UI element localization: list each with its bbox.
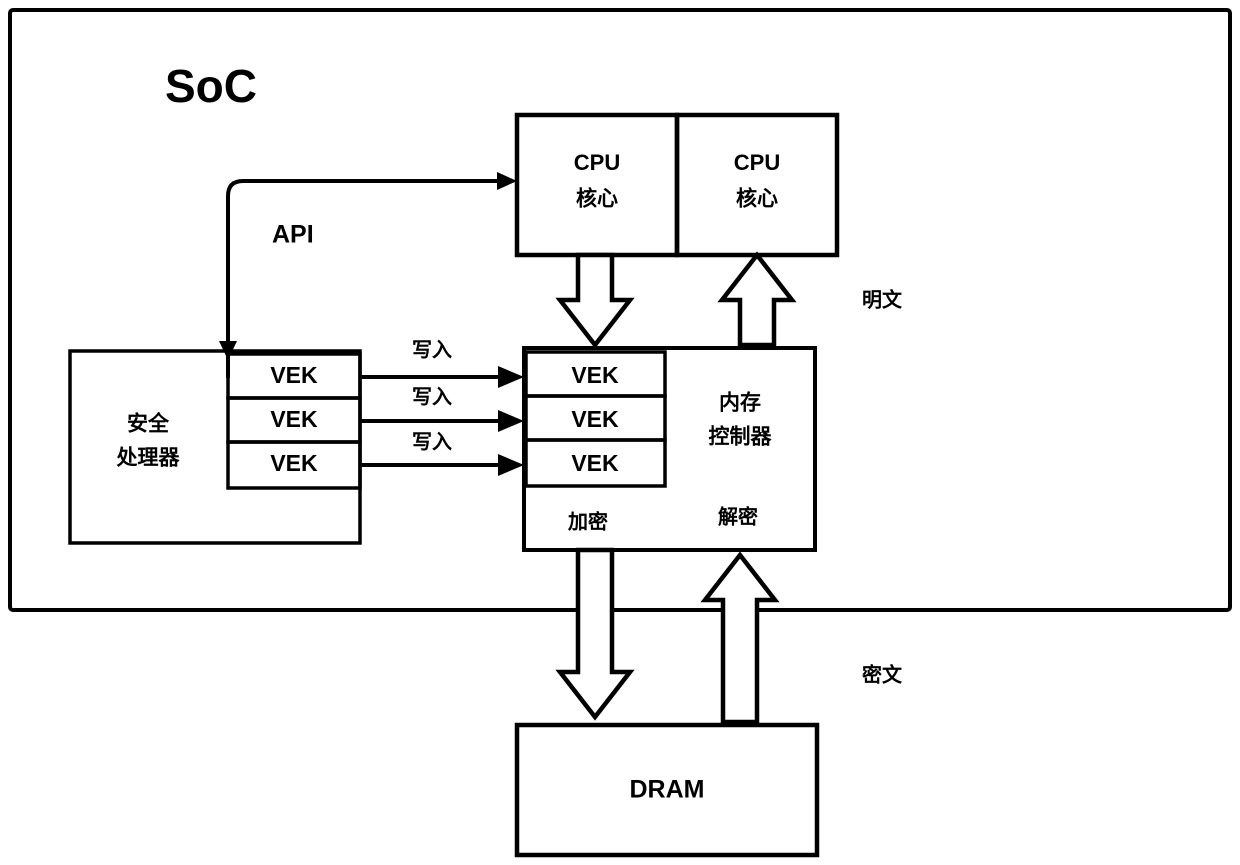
block-arrow-cpu-to-mc-down [555, 252, 635, 349]
api-label: API [272, 221, 314, 249]
secure-processor-line2: 处理器 [116, 447, 181, 470]
mc-vek-label-1: VEK [571, 362, 619, 388]
cpu-core-1-line1: CPU [574, 150, 620, 175]
memory-controller-line1: 内存 [719, 391, 761, 415]
secure-vek-label-1: VEK [270, 362, 318, 388]
ciphertext-label: 密文 [862, 662, 903, 686]
secure-vek-label-2: VEK [270, 406, 318, 432]
block-arrow-mc-to-cpu-up [717, 251, 797, 348]
cpu-core-2-line2: 核心 [736, 187, 778, 211]
write-arrowhead-3 [498, 454, 524, 476]
write-label-2: 写入 [412, 385, 452, 408]
secure-processor-line1: 安全 [127, 412, 170, 436]
diagram-canvas: SoC CPU 核心 CPU 核心 API 安全 处理器 VEK VEK VEK… [0, 0, 1240, 865]
encrypt-label: 加密 [567, 509, 608, 533]
soc-title: SoC [165, 60, 257, 112]
plaintext-label: 明文 [862, 287, 903, 311]
write-arrowhead-1 [498, 366, 524, 388]
dram-label: DRAM [630, 776, 705, 804]
block-arrow-mc-to-dram-down [555, 547, 635, 721]
decrypt-label: 解密 [718, 504, 758, 528]
write-label-1: 写入 [412, 338, 452, 361]
soc-memory-encryption-diagram: SoC CPU 核心 CPU 核心 API 安全 处理器 VEK VEK VEK… [8, 8, 1232, 858]
block-arrow-dram-to-mc-up [700, 551, 780, 725]
secure-vek-label-3: VEK [270, 450, 318, 476]
cpu-core-2-line1: CPU [734, 150, 780, 175]
write-arrowhead-2 [498, 410, 524, 432]
cpu-core-1-line2: 核心 [576, 187, 618, 211]
api-connector-line [226, 179, 505, 378]
mc-vek-label-3: VEK [571, 450, 619, 476]
cpu-core-box-1 [514, 112, 680, 258]
memory-controller-line2: 控制器 [709, 425, 773, 449]
api-arrowhead-cpu [497, 172, 517, 190]
cpu-core-box-2 [674, 112, 840, 258]
write-label-3: 写入 [412, 430, 452, 453]
mc-vek-label-2: VEK [571, 406, 619, 432]
